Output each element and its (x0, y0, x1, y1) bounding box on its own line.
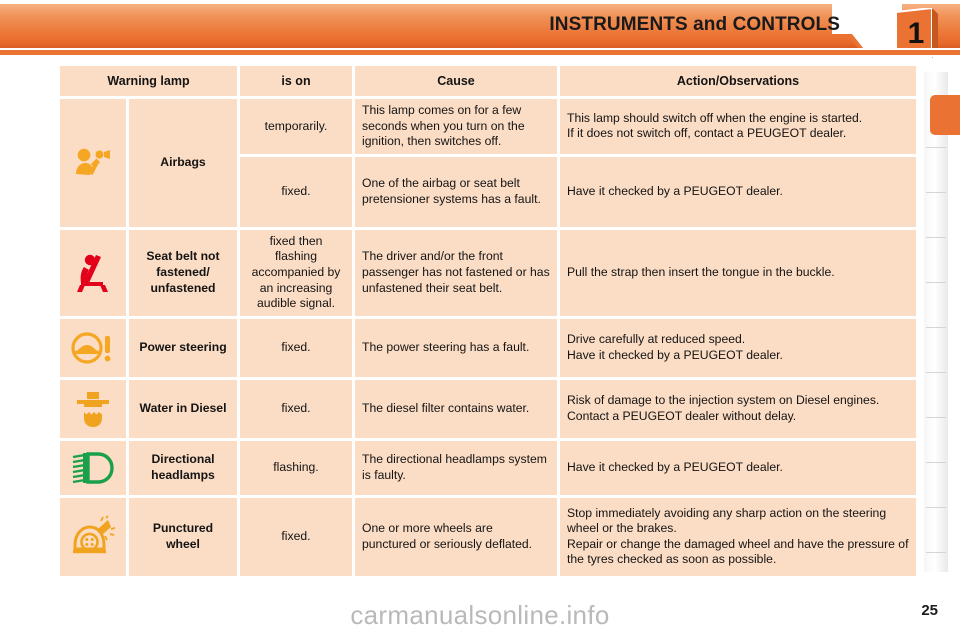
warning-lamp-icon-cell (60, 229, 126, 316)
warning-lamp-icon-cell (60, 440, 126, 495)
warning-lamp-name: Water in Diesel (129, 379, 237, 438)
warning-lamp-state: temporarily. (240, 99, 352, 154)
warning-lamp-table-wrapper: Warning lamp is on Cause Action/Observat… (57, 63, 916, 579)
warning-lamp-action: Drive carefully at reduced speed. Have i… (560, 318, 916, 377)
page-number: 25 (921, 602, 938, 619)
warning-lamp-action: This lamp should switch off when the eng… (560, 99, 916, 154)
warning-lamp-name: Directional headlamps (129, 440, 237, 495)
action-line: Stop immediately avoiding any sharp acti… (567, 505, 887, 536)
warning-lamp-state: fixed. (240, 318, 352, 377)
edge-tick (926, 507, 946, 508)
power-steering-icon (67, 328, 119, 368)
edge-tick (926, 237, 946, 238)
table-row: Directional headlamps flashing. The dire… (60, 440, 916, 495)
column-header-action: Action/Observations (560, 66, 916, 96)
table-row: Water in Diesel fixed. The diesel filter… (60, 379, 916, 438)
edge-tick (926, 372, 946, 373)
warning-lamp-action: Have it checked by a PEUGEOT dealer. (560, 440, 916, 495)
action-line: Have it checked by a PEUGEOT dealer. (567, 460, 783, 475)
warning-lamp-action: Risk of damage to the injection system o… (560, 379, 916, 438)
column-header-is-on: is on (240, 66, 352, 96)
warning-lamp-action: Have it checked by a PEUGEOT dealer. (560, 156, 916, 227)
warning-lamp-cause: The power steering has a fault. (355, 318, 557, 377)
site-watermark: carmanualsonline.info (350, 600, 610, 630)
warning-lamp-state: fixed. (240, 379, 352, 438)
warning-lamp-cause: The diesel filter contains water. (355, 379, 557, 438)
edge-tick (926, 147, 946, 148)
edge-tick (926, 417, 946, 418)
page-header: INSTRUMENTS and CONTROLS 1 (0, 0, 960, 60)
edge-tick (926, 282, 946, 283)
edge-tick (926, 192, 946, 193)
cause-text: The power steering has a fault. (362, 340, 530, 355)
column-header-cause: Cause (355, 66, 557, 96)
airbag-warning-icon (67, 141, 119, 185)
warning-lamp-name: Power steering (129, 318, 237, 377)
table-header-row: Warning lamp is on Cause Action/Observat… (60, 66, 916, 96)
warning-lamp-table: Warning lamp is on Cause Action/Observat… (57, 63, 919, 579)
table-row: Seat belt not fastened/ unfastened fixed… (60, 229, 916, 316)
water-in-diesel-icon (67, 388, 119, 430)
chapter-edge-strip[interactable] (924, 62, 948, 572)
page-title: INSTRUMENTS and CONTROLS (549, 14, 840, 35)
header-rule-white-bottom (0, 55, 960, 57)
warning-lamp-icon-cell (60, 99, 126, 227)
warning-lamp-action: Pull the strap then insert the tongue in… (560, 229, 916, 316)
table-row: Airbags temporarily. This lamp comes on … (60, 99, 916, 227)
warning-lamp-name: Airbags (129, 99, 237, 227)
table-row: Punctured wheel fixed. One or more wheel… (60, 497, 916, 576)
action-line: Have it checked by a PEUGEOT dealer. (567, 184, 783, 199)
warning-lamp-cause: One of the airbag or seat belt pretensio… (355, 156, 557, 227)
warning-lamp-state: fixed then flashing accompanied by an in… (240, 229, 352, 316)
action-line: Repair or change the damaged wheel and h… (567, 536, 909, 567)
edge-tick (926, 462, 946, 463)
table-row: Power steering fixed. The power steering… (60, 318, 916, 377)
punctured-wheel-icon (67, 515, 119, 559)
warning-lamp-state: fixed. (240, 497, 352, 576)
warning-lamp-cause: The directional headlamps system is faul… (355, 440, 557, 495)
action-line: Drive carefully at reduced speed. (567, 332, 746, 347)
warning-lamp-cause: This lamp comes on for a few seconds whe… (355, 99, 557, 154)
warning-lamp-state: flashing. (240, 440, 352, 495)
directional-headlamps-icon (67, 448, 119, 488)
warning-lamp-action: Stop immediately avoiding any sharp acti… (560, 497, 916, 576)
seatbelt-unfastened-icon (67, 251, 119, 295)
action-line: Have it checked by a PEUGEOT dealer. (567, 347, 783, 362)
action-line: Pull the strap then insert the tongue in… (567, 265, 835, 280)
chapter-tab[interactable]: 1 (894, 8, 938, 60)
action-line: Risk of damage to the injection system o… (567, 393, 880, 408)
action-line: If it does not switch off, contact a PEU… (567, 126, 847, 141)
warning-lamp-cause: One or more wheels are punctured or seri… (355, 497, 557, 576)
warning-lamp-icon-cell (60, 379, 126, 438)
action-line: Contact a PEUGEOT dealer without delay. (567, 408, 797, 423)
warning-lamp-icon-cell (60, 318, 126, 377)
warning-lamp-name: Punctured wheel (129, 497, 237, 576)
warning-lamp-name: Seat belt not fastened/ unfastened (129, 229, 237, 316)
warning-lamp-icon-cell (60, 497, 126, 576)
chapter-number: 1 (907, 17, 925, 50)
warning-lamp-state: fixed. (240, 156, 352, 227)
edge-tick (926, 327, 946, 328)
warning-lamp-cause: The driver and/or the front passenger ha… (355, 229, 557, 316)
chapter-edge-active-tab[interactable] (930, 95, 960, 135)
edge-tick (926, 552, 946, 553)
action-line: This lamp should switch off when the eng… (567, 110, 863, 125)
column-header-warning-lamp: Warning lamp (60, 66, 237, 96)
